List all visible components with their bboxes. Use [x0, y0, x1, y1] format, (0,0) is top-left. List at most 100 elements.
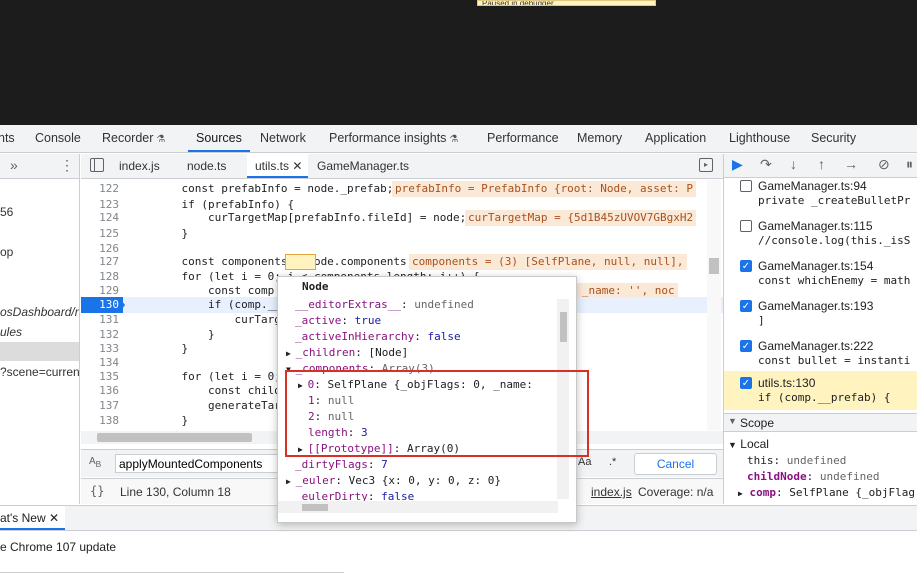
code-line: 127 const components = node.components;c…: [81, 254, 723, 270]
page-viewport: [0, 0, 917, 125]
toggle-navigator-icon[interactable]: [90, 158, 104, 172]
tab-lighthouse[interactable]: Lighthouse: [729, 125, 790, 152]
source-map-link[interactable]: index.js: [591, 485, 632, 499]
popover-horizontal-scroll-thumb[interactable]: [302, 504, 328, 511]
debugger-toolbar: ▶ ↷ ↓ ↑ → ⊘ ⏸: [724, 154, 917, 178]
resume-icon[interactable]: ▶: [732, 156, 743, 173]
breakpoint-item-active[interactable]: ✓ utils.ts:130 if (comp.__prefab) {: [724, 371, 917, 410]
cursor-position: Line 130, Column 18: [120, 485, 231, 499]
nav-item[interactable]: osDashboard/re: [0, 305, 79, 319]
breakpoint-checkbox[interactable]: ✓: [740, 377, 752, 389]
deactivate-breakpoints-icon[interactable]: ⊘: [878, 156, 890, 173]
tab-console[interactable]: Console: [35, 125, 81, 152]
file-navigator: » ⋮ 56 op osDashboard/re ules ?scene=cur…: [0, 154, 80, 504]
tab-security[interactable]: Security: [811, 125, 856, 152]
breakpoint-item[interactable]: ✓ GameManager.ts:193]: [724, 298, 917, 338]
expand-arrow-icon: ▶: [738, 489, 743, 498]
nav-item-selected[interactable]: [0, 342, 79, 361]
code-horizontal-scroll-thumb[interactable]: [97, 433, 252, 442]
tab-application[interactable]: Application: [645, 125, 706, 152]
cancel-button[interactable]: Cancel: [634, 453, 717, 475]
breakpoint-marker[interactable]: [119, 297, 125, 313]
scope-tree: ▼ Local this: undefined childNode: undef…: [724, 434, 917, 504]
token-highlight: [285, 254, 316, 270]
tab-node-ts[interactable]: node.ts: [179, 154, 234, 178]
annotation-highlight-box: [285, 370, 589, 457]
code-vertical-scrollbar[interactable]: [707, 180, 721, 430]
inline-value: prefabInfo = PrefabInfo {root: Node, ass…: [392, 181, 697, 197]
nav-item[interactable]: ?scene=current_: [0, 365, 79, 379]
scope-var[interactable]: ▶ comp: SelfPlane {_objFlag: [738, 486, 917, 499]
property-row[interactable]: __editorExtras__: undefined: [295, 297, 474, 313]
navigator-toolbar: » ⋮: [0, 154, 79, 179]
tab-recorder[interactable]: Recorder ⚗: [102, 125, 165, 152]
scope-var[interactable]: childNode: undefined: [747, 470, 917, 483]
divider: [0, 572, 344, 573]
expand-arrow-icon: ▼: [728, 416, 737, 426]
popover-vertical-scroll-thumb[interactable]: [560, 312, 567, 342]
breakpoints-list: GameManager.ts:94 private _createBulletPr…: [724, 178, 917, 410]
step-icon[interactable]: →: [844, 156, 858, 172]
tab-memory[interactable]: Memory: [577, 125, 622, 152]
tab-whats-new[interactable]: at's New ✕: [0, 506, 66, 530]
tab-network[interactable]: Network: [260, 125, 306, 152]
property-row[interactable]: _activeInHierarchy: false: [295, 329, 461, 345]
property-row[interactable]: _dirtyFlags: 7: [295, 457, 388, 473]
step-over-icon[interactable]: ↷: [760, 156, 772, 173]
tab-performance[interactable]: Performance: [487, 125, 559, 152]
paused-banner: Paused in debugger: [477, 0, 656, 6]
close-icon[interactable]: ✕: [292, 159, 302, 173]
flask-icon: ⚗: [449, 134, 459, 145]
breakpoint-item[interactable]: GameManager.ts:94 private _createBulletPr: [724, 178, 917, 218]
drawer-body: e Chrome 107 update: [0, 531, 917, 574]
breakpoint-item[interactable]: ✓ GameManager.ts:154 const whichEnemy = ma…: [724, 258, 917, 298]
pretty-print-icon[interactable]: {}: [90, 484, 104, 498]
code-line: 124 curTargetMap[prefabInfo.fileId] = no…: [81, 210, 723, 226]
breakpoint-checkbox[interactable]: [740, 220, 752, 232]
breakpoint-item[interactable]: GameManager.ts:115//console.log(this._is…: [724, 218, 917, 258]
more-tabs-icon[interactable]: »: [10, 157, 18, 173]
close-icon[interactable]: ✕: [49, 511, 59, 525]
replace-toggle-icon[interactable]: AB: [89, 456, 101, 469]
code-line: 125 }: [99, 227, 189, 240]
flask-icon: ⚗: [156, 134, 166, 145]
code-vertical-scroll-thumb[interactable]: [709, 258, 719, 274]
tab-utils-ts[interactable]: utils.ts ✕: [247, 154, 309, 178]
step-into-icon[interactable]: ↓: [790, 156, 797, 172]
editor-tabs: index.js node.ts utils.ts ✕ GameManager.…: [81, 154, 723, 179]
step-out-icon[interactable]: ↑: [818, 156, 825, 172]
scope-header[interactable]: ▼ Scope: [724, 413, 917, 432]
kebab-menu-icon[interactable]: ⋮: [60, 157, 74, 174]
tab-index-js[interactable]: index.js: [111, 154, 168, 178]
property-row[interactable]: ▶ _euler: Vec3 {x: 0, y: 0, z: 0}: [286, 473, 501, 489]
nav-item[interactable]: op: [0, 245, 13, 259]
tab-performance-insights[interactable]: Performance insights ⚗: [329, 125, 458, 152]
nav-item[interactable]: ules: [0, 325, 22, 339]
breakpoint-checkbox[interactable]: [740, 180, 752, 192]
property-row[interactable]: _active: true: [295, 313, 381, 329]
expand-arrow-icon: ▶: [286, 349, 296, 358]
inline-value: components = (3) [SelfPlane, null, null]…: [409, 254, 687, 270]
scope-var[interactable]: this: undefined: [747, 454, 917, 467]
whats-new-heading: e Chrome 107 update: [0, 540, 117, 554]
breakpoint-checkbox[interactable]: ✓: [740, 260, 752, 272]
pause-on-exceptions-icon[interactable]: ⏸: [906, 156, 913, 173]
breakpoint-checkbox[interactable]: ✓: [740, 340, 752, 352]
nav-item[interactable]: 56: [0, 205, 13, 219]
match-case-button[interactable]: Aa: [578, 456, 591, 468]
breakpoint-checkbox[interactable]: ✓: [740, 300, 752, 312]
tab-elements[interactable]: nts: [0, 125, 15, 152]
property-row[interactable]: ▶ _children: [Node]: [286, 345, 408, 361]
devtools-main-tabs: nts Console Recorder ⚗ Sources Network Pe…: [0, 125, 917, 153]
regex-button[interactable]: .*: [609, 456, 616, 468]
inline-value: curTargetMap = {5d1B45zUVOV7GBgxH2: [465, 210, 697, 226]
tab-sources[interactable]: Sources: [188, 125, 250, 152]
coverage-status: Coverage: n/a: [638, 485, 714, 499]
expand-arrow-icon: ▼: [728, 440, 737, 450]
popover-title: Node: [302, 280, 329, 293]
code-line: 122 const prefabInfo = node._prefab; pref…: [81, 181, 723, 197]
expand-arrow-icon: ▶: [286, 477, 296, 486]
tab-gamemanager-ts[interactable]: GameManager.ts: [309, 154, 417, 178]
toggle-debugger-icon[interactable]: ▸: [699, 158, 713, 172]
scope-local[interactable]: ▼ Local: [724, 437, 917, 451]
